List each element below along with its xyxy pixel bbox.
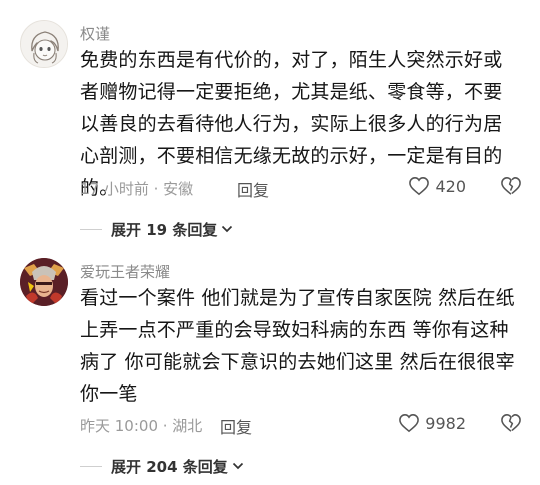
timestamp-location: 17 小时前 · 安徽 bbox=[80, 180, 194, 198]
comment-meta: 昨天 10:00 · 湖北 回复 9982 bbox=[80, 413, 522, 437]
broken-heart-icon bbox=[501, 177, 521, 195]
game-character-avatar-icon bbox=[20, 258, 68, 306]
divider-line bbox=[80, 465, 102, 467]
expand-replies-button[interactable]: 展开 204 条回复 bbox=[80, 455, 245, 477]
chevron-down-icon bbox=[232, 462, 243, 470]
expand-replies-label: 展开 19 条回复 bbox=[111, 220, 218, 239]
like-button[interactable]: 9982 bbox=[398, 413, 466, 433]
reply-button[interactable]: 回复 bbox=[237, 177, 269, 201]
heart-outline-icon bbox=[399, 414, 420, 433]
expand-replies-button[interactable]: 展开 19 条回复 bbox=[80, 218, 234, 240]
comment-text: 看过一个案件 他们就是为了宣传自家医院 然后在纸上弄一点不严重的会导致妇科病的东… bbox=[80, 287, 515, 405]
cartoon-avatar-icon bbox=[21, 21, 67, 67]
like-count: 420 bbox=[435, 176, 466, 196]
heart-outline-icon bbox=[409, 177, 430, 196]
reply-button[interactable]: 回复 bbox=[220, 414, 252, 438]
username[interactable]: 权谨 bbox=[80, 24, 110, 44]
dislike-button[interactable] bbox=[500, 176, 522, 200]
expand-replies-label: 展开 204 条回复 bbox=[111, 457, 228, 476]
username[interactable]: 爱玩王者荣耀 bbox=[80, 262, 170, 282]
divider-line bbox=[80, 228, 102, 230]
avatar[interactable] bbox=[20, 258, 68, 306]
like-count: 9982 bbox=[425, 413, 466, 433]
like-button[interactable]: 420 bbox=[408, 176, 466, 196]
comment-meta: 17 小时前 · 安徽 回复 420 bbox=[80, 176, 522, 200]
dislike-button[interactable] bbox=[500, 413, 522, 437]
broken-heart-icon bbox=[501, 414, 521, 432]
chevron-down-icon bbox=[222, 225, 233, 233]
avatar[interactable] bbox=[20, 20, 68, 68]
timestamp-location: 昨天 10:00 · 湖北 bbox=[80, 417, 203, 435]
